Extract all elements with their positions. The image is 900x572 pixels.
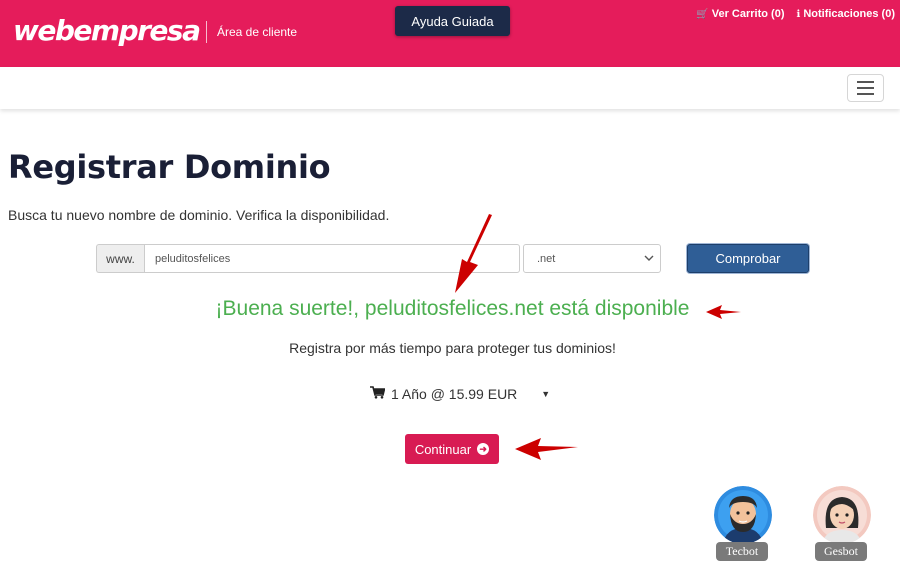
tecbot-widget[interactable]: Tecbot	[713, 486, 773, 566]
view-cart-label: Ver Carrito (0)	[711, 8, 785, 20]
hamburger-icon-line	[857, 87, 874, 89]
check-availability-button[interactable]: Comprobar	[687, 244, 809, 273]
registration-period-dropdown[interactable]: 1 Año @ 15.99 EUR ▼	[370, 386, 550, 402]
webempresa-logo[interactable]: webempresa	[13, 14, 201, 47]
tecbot-label: Tecbot	[716, 542, 768, 561]
bearded-man-avatar-icon	[714, 486, 772, 544]
page-title: Registrar Dominio	[8, 148, 331, 186]
www-prefix: www.	[96, 244, 144, 273]
menu-toggle-button[interactable]	[847, 74, 884, 102]
info-icon: ℹ	[796, 8, 801, 20]
availability-message: ¡Buena suerte!, peluditosfelices.net est…	[215, 297, 690, 320]
continue-label: Continuar	[414, 441, 472, 457]
woman-avatar-icon	[813, 486, 871, 544]
gesbot-label: Gesbot	[815, 542, 867, 561]
caret-down-icon: ▼	[541, 389, 551, 399]
area-label: Área de cliente	[217, 25, 298, 39]
cart-icon	[370, 386, 386, 402]
chevron-down-icon	[644, 252, 654, 267]
navbar	[0, 67, 900, 109]
domain-input[interactable]	[144, 244, 520, 273]
view-cart-link[interactable]: 🛒 Ver Carrito (0)	[696, 8, 784, 20]
domain-search-group: www.	[96, 244, 520, 273]
logo-divider	[206, 21, 207, 43]
cart-icon: 🛒	[696, 8, 709, 20]
top-links: 🛒 Ver Carrito (0) ℹ Notificaciones (0)	[696, 8, 895, 20]
guided-help-button[interactable]: Ayuda Guiada	[395, 6, 510, 36]
tld-selected-value: .net	[537, 252, 556, 265]
hamburger-icon	[857, 81, 874, 83]
hamburger-icon-line	[857, 93, 874, 95]
period-selected-value: 1 Año @ 15.99 EUR	[391, 386, 518, 402]
gesbot-widget[interactable]: Gesbot	[812, 486, 872, 566]
top-header: webempresa Área de cliente Ayuda Guiada …	[0, 0, 900, 67]
arrow-right-circle-icon: ➜	[477, 443, 490, 455]
promo-text: Registra por más tiempo para proteger tu…	[289, 340, 616, 356]
annotation-arrow-continue	[515, 438, 578, 460]
notifications-label: Notificaciones (0)	[803, 8, 895, 20]
page-subtitle: Busca tu nuevo nombre de dominio. Verifi…	[8, 207, 390, 223]
tld-select[interactable]: .net	[523, 244, 661, 273]
continue-button[interactable]: Continuar ➜	[405, 434, 499, 464]
notifications-link[interactable]: ℹ Notificaciones (0)	[797, 8, 896, 20]
